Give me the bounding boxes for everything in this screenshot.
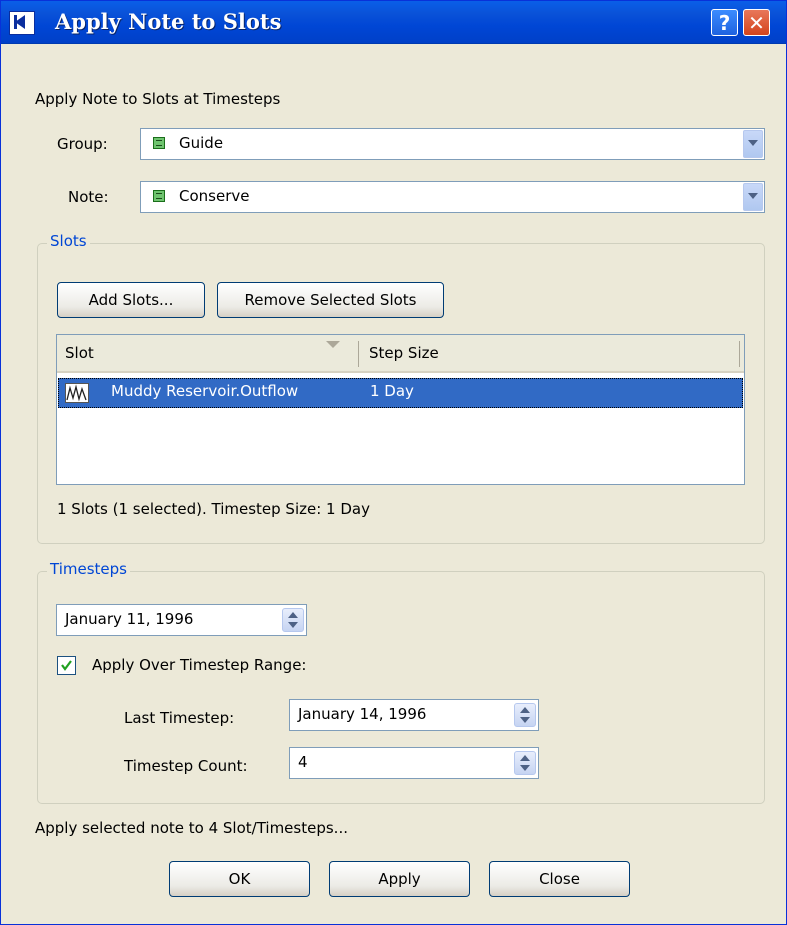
chevron-down-icon[interactable] [743,183,763,211]
group-value: Guide [179,134,224,152]
group-label: Group: [57,135,108,153]
table-row[interactable]: Muddy Reservoir.Outflow 1 Day [58,378,743,408]
note-group-icon [153,137,165,149]
apply-button[interactable]: Apply [329,861,470,897]
spinner-arrows-icon[interactable] [514,703,536,727]
table-header: Slot Step Size [57,335,744,373]
note-value: Conserve [179,187,250,205]
column-header-slot[interactable]: Slot [65,344,94,362]
timestep-count-spinner[interactable]: 4 [289,747,539,779]
timestep-count-value: 4 [298,753,308,771]
sort-arrow-icon [326,341,340,348]
start-timestep-value: January 11, 1996 [65,610,194,628]
title-bar[interactable]: Apply Note to Slots ? ✕ [1,1,786,44]
chevron-down-icon[interactable] [743,130,763,158]
slots-summary: 1 Slots (1 selected). Timestep Size: 1 D… [57,500,370,518]
group-dropdown[interactable]: Guide [140,128,765,160]
timesteps-legend: Timesteps [47,560,130,578]
dialog-window: Apply Note to Slots ? ✕ Apply Note to Sl… [0,0,787,925]
window-title: Apply Note to Slots [55,9,282,34]
last-timestep-value: January 14, 1996 [298,705,427,723]
step-size-cell: 1 Day [370,382,414,400]
close-button[interactable]: Close [489,861,630,897]
close-window-button[interactable]: ✕ [743,9,770,36]
slots-table[interactable]: Slot Step Size Muddy Reservoir.Outflow 1… [56,334,745,485]
start-timestep-spinner[interactable]: January 11, 1996 [56,604,307,636]
ok-button[interactable]: OK [169,861,310,897]
column-divider[interactable] [739,341,740,367]
time-series-slot-icon [65,383,89,403]
help-button[interactable]: ? [711,9,738,36]
spinner-arrows-icon[interactable] [514,751,536,775]
status-text: Apply selected note to 4 Slot/Timesteps.… [35,819,348,837]
note-icon [153,190,165,202]
timestep-count-label: Timestep Count: [124,757,248,775]
apply-range-checkbox[interactable] [57,656,76,675]
remove-selected-slots-button[interactable]: Remove Selected Slots [217,282,444,318]
add-slots-button[interactable]: Add Slots... [57,282,205,318]
apply-range-label[interactable]: Apply Over Timestep Range: [92,656,306,674]
note-label: Note: [68,188,109,206]
note-dropdown[interactable]: Conserve [140,181,765,213]
last-timestep-spinner[interactable]: January 14, 1996 [289,699,539,731]
column-header-step-size[interactable]: Step Size [369,344,439,362]
slot-name-cell: Muddy Reservoir.Outflow [111,382,299,400]
spinner-arrows-icon[interactable] [282,608,304,632]
slots-legend: Slots [47,232,90,250]
dialog-heading: Apply Note to Slots at Timesteps [35,90,281,108]
app-logo-icon [9,11,35,35]
last-timestep-label: Last Timestep: [124,709,235,727]
column-divider[interactable] [358,341,359,367]
